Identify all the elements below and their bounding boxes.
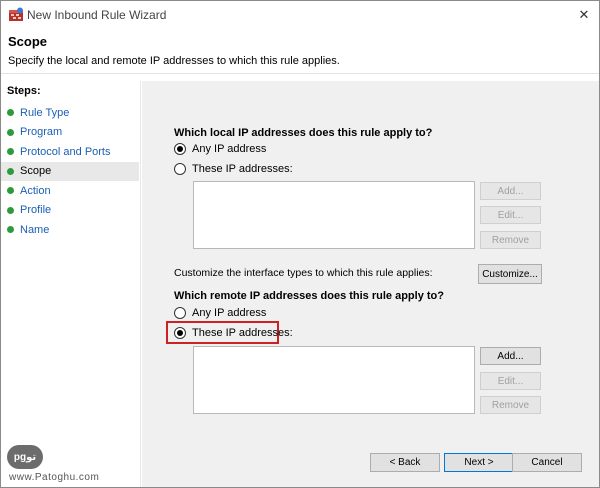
next-button[interactable]: Next > [444, 453, 514, 472]
watermark: pgتو www.Patoghu.com [1, 443, 141, 487]
radio-indicator [174, 163, 186, 175]
remote-any-ip-radio[interactable]: Any IP address [174, 307, 266, 319]
steps-sidebar: Steps: Rule Type Program Protocol and Po… [1, 81, 141, 487]
step-label: Scope [20, 165, 52, 178]
remote-remove-button[interactable]: Remove [480, 396, 541, 414]
radio-label: Any IP address [192, 307, 267, 319]
step-label: Profile [20, 204, 52, 217]
radio-label: Any IP address [192, 143, 267, 155]
step-status-icon [7, 206, 14, 214]
remote-these-ip-radio[interactable]: These IP addresses: [174, 327, 293, 339]
title-bar: New Inbound Rule Wizard ✕ [1, 1, 599, 29]
step-protocol-and-ports[interactable]: Protocol and Ports [1, 142, 139, 162]
steps-label: Steps: [7, 85, 41, 97]
step-label: Protocol and Ports [20, 145, 111, 158]
radio-label: These IP addresses: [192, 327, 293, 339]
close-button[interactable]: ✕ [569, 1, 599, 29]
remote-edit-button[interactable]: Edit... [480, 372, 541, 390]
page-description: Specify the local and remote IP addresse… [8, 55, 340, 67]
back-button[interactable]: < Back [370, 453, 440, 472]
step-label: Action [20, 184, 51, 197]
step-profile[interactable]: Profile [1, 201, 139, 221]
local-edit-button[interactable]: Edit... [480, 206, 541, 224]
page-header: Scope Specify the local and remote IP ad… [1, 29, 599, 74]
step-status-icon [7, 128, 14, 136]
page-title: Scope [8, 34, 48, 49]
step-status-icon [7, 167, 14, 175]
step-status-icon [7, 109, 14, 117]
step-status-icon [7, 148, 14, 156]
step-action[interactable]: Action [1, 181, 139, 201]
watermark-logo: pgتو [7, 445, 43, 469]
local-ip-list[interactable] [193, 181, 475, 249]
step-status-icon [7, 187, 14, 195]
step-list: Rule Type Program Protocol and Ports Sco… [1, 103, 139, 240]
remote-ip-question: Which remote IP addresses does this rule… [174, 290, 444, 302]
radio-indicator [174, 327, 186, 339]
remote-add-button[interactable]: Add... [480, 347, 541, 365]
local-any-ip-radio[interactable]: Any IP address [174, 143, 266, 155]
remote-ip-list[interactable] [193, 346, 475, 414]
local-these-ip-radio[interactable]: These IP addresses: [174, 163, 293, 175]
step-name[interactable]: Name [1, 220, 139, 240]
step-scope[interactable]: Scope [1, 161, 139, 181]
step-program[interactable]: Program [1, 123, 139, 143]
window-title: New Inbound Rule Wizard [27, 8, 167, 22]
step-label: Rule Type [20, 106, 70, 119]
cancel-button[interactable]: Cancel [512, 453, 582, 472]
wizard-window: New Inbound Rule Wizard ✕ Scope Specify … [0, 0, 600, 488]
step-label: Name [20, 223, 50, 236]
step-label: Program [20, 126, 63, 139]
scope-content: Which local IP addresses does this rule … [142, 81, 599, 487]
radio-indicator [174, 307, 186, 319]
step-rule-type[interactable]: Rule Type [1, 103, 139, 123]
firewall-shield-icon [9, 7, 23, 21]
close-icon: ✕ [578, 7, 590, 22]
step-status-icon [7, 226, 14, 234]
watermark-text: www.Patoghu.com [9, 472, 100, 483]
customize-button[interactable]: Customize... [478, 264, 542, 284]
radio-indicator [174, 143, 186, 155]
radio-label: These IP addresses: [192, 163, 293, 175]
local-remove-button[interactable]: Remove [480, 231, 541, 249]
local-ip-question: Which local IP addresses does this rule … [174, 127, 433, 139]
local-add-button[interactable]: Add... [480, 182, 541, 200]
customize-interface-text: Customize the interface types to which t… [174, 267, 433, 279]
